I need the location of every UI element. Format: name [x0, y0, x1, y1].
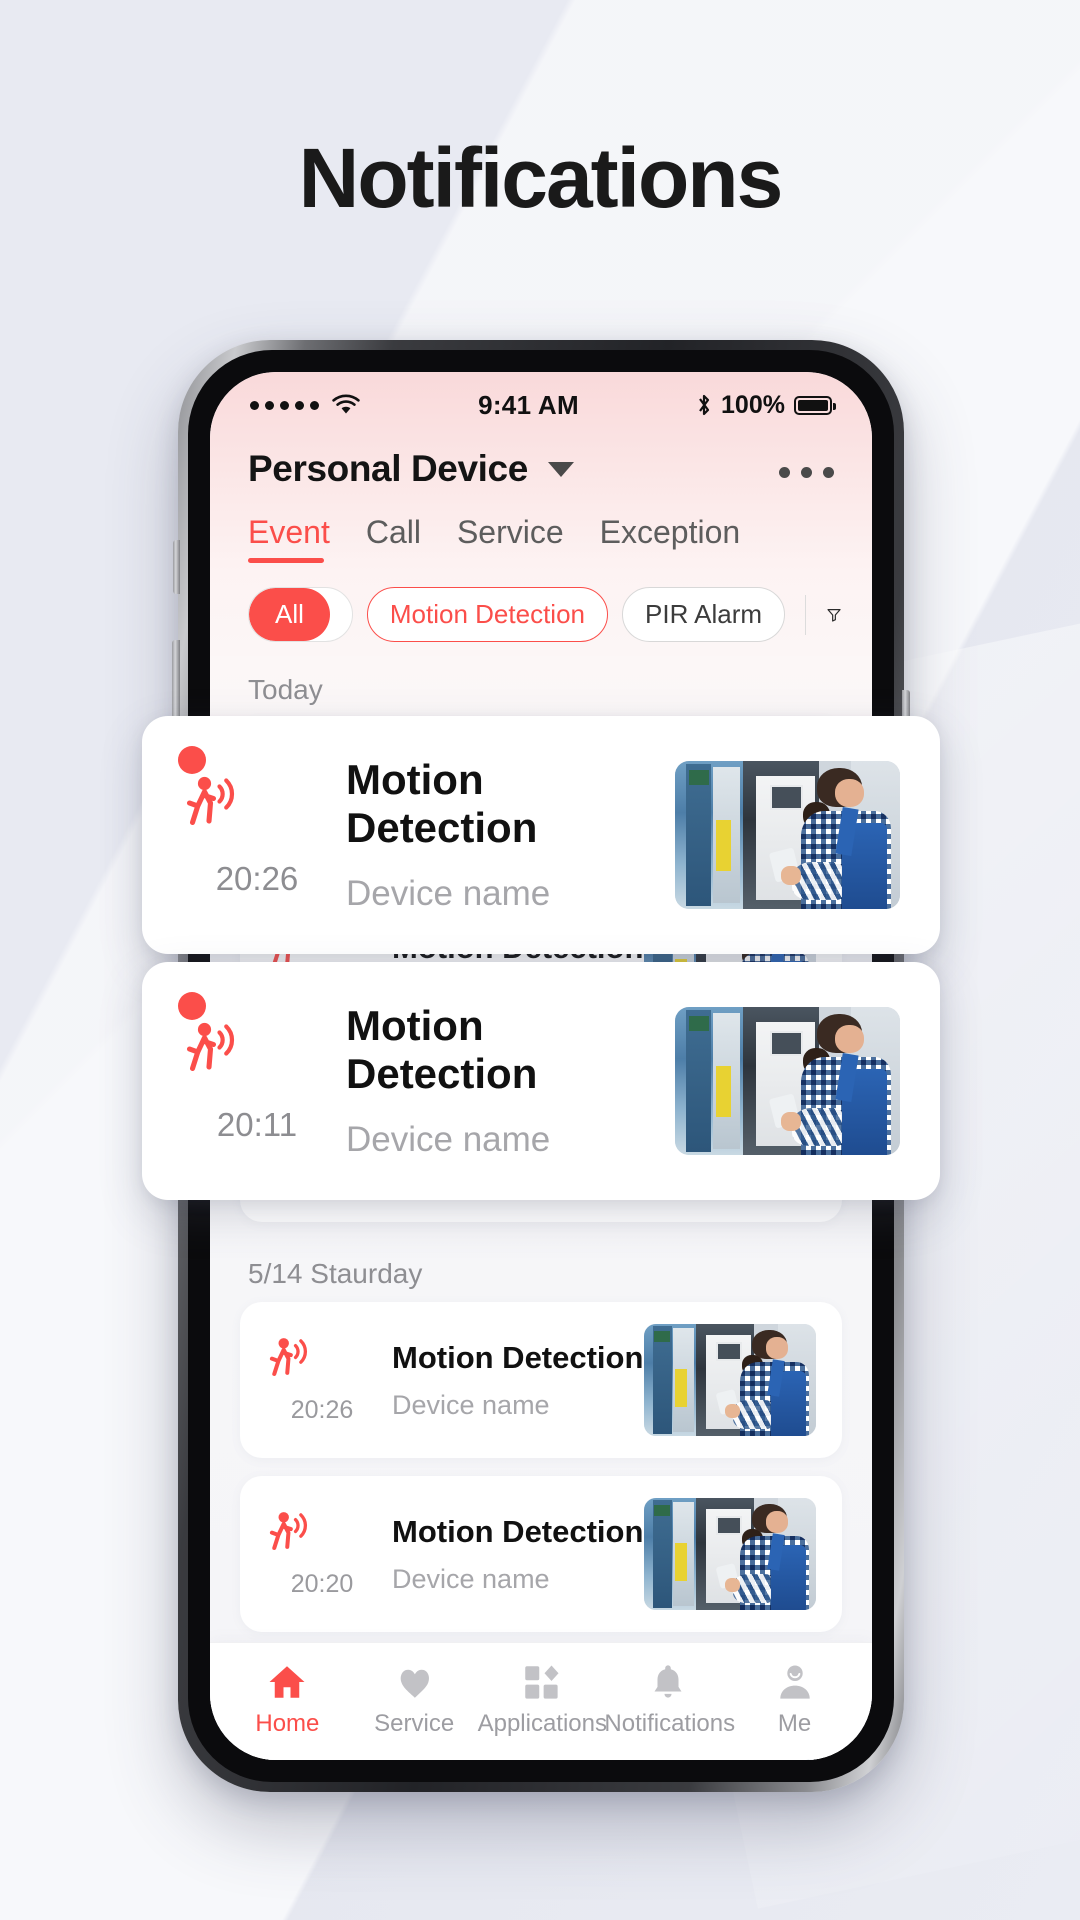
- app-header: 9:41 AM 100% Personal Device Event Call …: [210, 372, 872, 571]
- nav-item-service[interactable]: Service: [351, 1659, 478, 1738]
- nav-item-applications[interactable]: Applications: [477, 1659, 608, 1738]
- card-thumbnail[interactable]: [675, 1007, 900, 1155]
- card-thumbnail[interactable]: [675, 761, 900, 909]
- status-bar-time: 9:41 AM: [478, 389, 579, 420]
- battery-full-icon: [793, 395, 836, 415]
- tab-service[interactable]: Service: [457, 514, 564, 565]
- chevron-down-icon[interactable]: [547, 461, 574, 477]
- list-item-title: Motion Detection: [392, 1513, 644, 1549]
- nav-label-me: Me: [777, 1710, 812, 1737]
- page-title: Notifications: [298, 131, 784, 225]
- card-time: 20:26: [215, 859, 299, 897]
- list-item-thumbnail[interactable]: [644, 1498, 816, 1610]
- apps-grid-icon: [478, 1659, 605, 1705]
- filter-chip-bar: All Unread Motion Detection PIR Alarm: [210, 571, 872, 656]
- more-horizontal-icon[interactable]: [779, 461, 834, 478]
- section-label-saturday: 5/14 Staurday: [248, 1258, 423, 1289]
- card-time: 20:11: [216, 1105, 298, 1143]
- section-label-today: Today: [248, 674, 323, 705]
- service-heart-icon: [351, 1659, 478, 1705]
- phone-mute-switch[interactable]: [173, 540, 180, 594]
- device-title[interactable]: Personal Device: [248, 448, 528, 490]
- list-item[interactable]: 20:20 Motion Detection Device name: [240, 1476, 842, 1632]
- list-item-title: Motion Detection: [392, 1339, 644, 1375]
- filter-funnel-icon[interactable]: [826, 598, 842, 632]
- tab-bar: Event Call Service Exception: [210, 500, 872, 565]
- filter-chip-pir-alarm[interactable]: PIR Alarm: [622, 587, 786, 642]
- nav-label-home: Home: [255, 1710, 320, 1737]
- bluetooth-icon: [699, 394, 710, 416]
- list-item-thumbnail[interactable]: [644, 1324, 816, 1436]
- list-item[interactable]: 20:26 Motion Detection Device name: [240, 1302, 842, 1458]
- card-subtitle: Device name: [346, 874, 551, 913]
- list-item-subtitle: Device name: [392, 1563, 550, 1594]
- filter-segment-unread[interactable]: Unread: [330, 588, 352, 641]
- device-title-row: Personal Device: [210, 430, 872, 500]
- signal-dots-icon: [250, 400, 319, 410]
- battery-percent-label: 100%: [721, 390, 785, 419]
- card-title: Motion Detection: [346, 756, 538, 851]
- wifi-icon: [332, 394, 360, 414]
- nav-item-me[interactable]: Me: [731, 1659, 858, 1738]
- filter-segmented-control: All Unread: [248, 587, 353, 642]
- person-icon: [731, 1659, 858, 1705]
- tab-call[interactable]: Call: [366, 514, 421, 565]
- list-item-time: 20:20: [290, 1570, 354, 1598]
- card-title: Motion Detection: [346, 1002, 538, 1097]
- bell-icon: [604, 1659, 731, 1705]
- card-subtitle: Device name: [346, 1120, 551, 1159]
- home-icon: [224, 1659, 351, 1705]
- list-item-subtitle: Device name: [392, 1389, 550, 1420]
- status-bar: 9:41 AM 100%: [210, 372, 872, 430]
- filter-segment-all[interactable]: All: [249, 588, 330, 641]
- phone-mockup: 9:41 AM 100% Personal Device Event Call …: [142, 340, 940, 1792]
- highlighted-notification-card[interactable]: 20:26 Motion Detection Device name: [142, 716, 940, 954]
- nav-label-notifications: Notifications: [604, 1710, 736, 1737]
- nav-label-service: Service: [374, 1710, 455, 1737]
- list-item-time: 20:26: [290, 1396, 354, 1424]
- motion-detection-icon: [186, 1022, 235, 1071]
- motion-detection-icon: [269, 1338, 308, 1377]
- tab-event[interactable]: Event: [248, 514, 330, 565]
- unread-dot: [178, 746, 206, 774]
- bottom-navigation-bar: Home Service Applications Notifications …: [210, 1642, 872, 1760]
- motion-detection-icon: [186, 776, 235, 825]
- nav-item-notifications[interactable]: Notifications: [604, 1659, 736, 1738]
- unread-dot: [178, 992, 206, 1020]
- nav-item-home[interactable]: Home: [224, 1659, 351, 1738]
- highlighted-notification-card[interactable]: 20:11 Motion Detection Device name: [142, 962, 940, 1200]
- filter-divider: [805, 594, 806, 635]
- motion-detection-icon: [269, 1512, 308, 1551]
- nav-label-applications: Applications: [477, 1710, 608, 1737]
- tab-exception[interactable]: Exception: [600, 514, 741, 565]
- filter-chip-motion-detection[interactable]: Motion Detection: [366, 587, 608, 642]
